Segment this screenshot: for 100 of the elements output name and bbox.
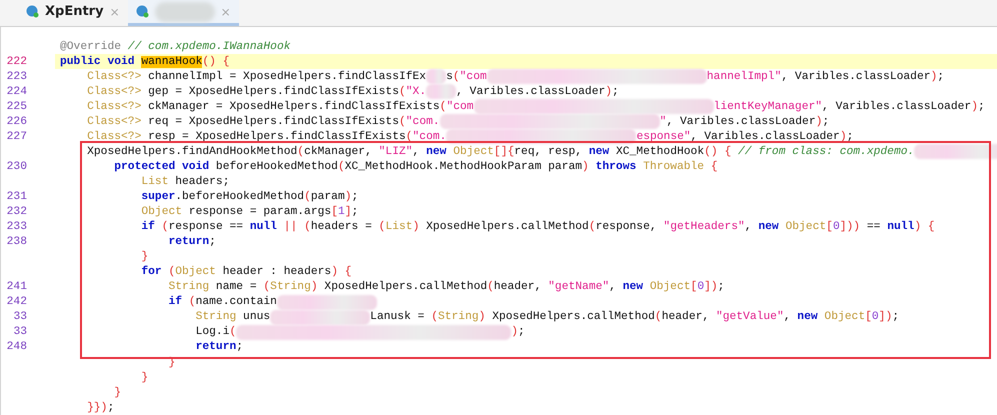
keyword: if — [167, 296, 184, 308]
annotation: @Override — [60, 40, 122, 53]
bracket: ( — [398, 86, 406, 98]
keyword: throws — [596, 160, 638, 173]
bracket: } — [140, 251, 148, 264]
line-number: 33 — [12, 326, 27, 338]
bracket: ( — [188, 296, 196, 308]
keyword: for — [140, 266, 163, 278]
code-text: , Varibles.classLoader — [690, 130, 840, 143]
bracket: ( — [263, 281, 270, 294]
bracket: ( — [487, 281, 494, 294]
close-icon[interactable]: × — [220, 4, 231, 18]
string-literal: lientKeyManager" — [714, 100, 822, 113]
bracket: ) — [412, 221, 420, 234]
bracket: ]) — [704, 281, 718, 294]
bracket: [ — [865, 311, 872, 324]
keyword: new — [797, 311, 819, 324]
type-name: Object — [824, 311, 866, 324]
type-name: String — [438, 311, 479, 324]
code-text: ; — [978, 100, 985, 113]
code-text: ; — [352, 190, 358, 203]
line-number: 227 — [6, 130, 27, 143]
line-number: 248 — [6, 341, 27, 354]
line-number: 238 — [6, 236, 27, 248]
keyword: null — [250, 221, 278, 234]
bracket: { — [222, 56, 230, 68]
bracket: ( — [440, 100, 446, 113]
code-text: , — [412, 146, 420, 158]
line-number: 231 — [6, 190, 27, 203]
code-text: header, — [662, 311, 710, 324]
keyword: void — [182, 160, 210, 173]
code-text: response, — [596, 221, 658, 234]
keyword: if — [140, 221, 156, 234]
line-number: 225 — [6, 100, 27, 113]
line-number: 224 — [6, 86, 27, 98]
code-text: ; — [892, 311, 900, 324]
bracket: ) — [344, 190, 352, 203]
code-text: .beforeHookedMethod — [175, 190, 304, 203]
bracket: { — [710, 160, 718, 173]
editor-tab[interactable]: XpEntry × — [18, 0, 128, 26]
bracket: }}) — [86, 402, 108, 414]
code-text: Log.i — [194, 326, 230, 338]
code-text: , Varibles.classLoader — [456, 86, 606, 98]
type-name: Class<?> — [86, 86, 142, 98]
bracket: () — [202, 56, 217, 68]
code-text: param — [310, 190, 345, 203]
bracket: ) — [478, 311, 486, 324]
class-file-icon — [26, 5, 39, 18]
bracket: ( — [452, 70, 460, 83]
bracket: ) { — [914, 221, 935, 234]
bracket: ) — [310, 281, 318, 294]
code-text: ; — [107, 402, 114, 414]
code-text: , Varibles.classLoader — [781, 70, 931, 83]
code-text: ; — [846, 130, 854, 143]
close-icon[interactable]: × — [110, 4, 120, 18]
type-name: Class<?> — [86, 100, 142, 113]
string-literal: "getHeaders" — [663, 221, 745, 234]
bracket: ( — [398, 116, 406, 128]
bracket: ( — [406, 130, 413, 143]
code-text: XposedHelpers.callMethod — [491, 311, 655, 324]
type-name: Class<?> — [86, 70, 142, 83]
type-name: String — [270, 281, 311, 294]
type-name: Object — [650, 281, 691, 294]
code-text: ckManager = XposedHelpers.findClassIfExists — [147, 100, 440, 113]
keyword: protected — [113, 160, 176, 173]
code-text: XC_MethodHook.MethodHookParam param — [344, 160, 582, 173]
code-text: name = — [214, 281, 258, 294]
keyword: new — [622, 281, 644, 294]
bracket: [ — [826, 221, 833, 234]
bracket: ) — [511, 326, 518, 338]
bracket: ) — [816, 116, 822, 128]
bracket: ( — [338, 160, 345, 173]
code-text: ; — [352, 206, 358, 218]
number-literal: 0 — [832, 221, 840, 234]
code-text: ; — [518, 326, 525, 338]
bracket: ) — [605, 86, 612, 98]
type-name: Object — [175, 266, 216, 278]
bracket: ) — [971, 100, 978, 113]
redaction-blur — [154, 2, 215, 22]
bracket: ( — [229, 326, 236, 338]
type-name: Class<?> — [86, 116, 142, 128]
bracket: ) { — [331, 266, 352, 278]
keyword: new — [758, 221, 780, 234]
code-comment: // from class: com.xpdemo. — [738, 146, 914, 158]
bracket: ) — [930, 70, 938, 83]
code-text: ; — [822, 116, 830, 128]
type-name: List — [140, 176, 168, 188]
code-text: resp = XposedHelpers.findClassIfExists — [147, 130, 406, 143]
bracket: ]) — [878, 311, 892, 324]
code-text: response == — [168, 221, 244, 234]
editor-tab[interactable]: × — [128, 0, 239, 26]
code-text: gep = XposedHelpers.findClassIfExists — [147, 86, 399, 98]
keyword: void — [107, 56, 136, 68]
code-text: , Varibles.classLoader — [666, 116, 816, 128]
code-text: headers = — [310, 221, 373, 234]
code-text: beforeHookedMethod — [214, 160, 338, 173]
string-literal: "getName" — [548, 281, 610, 294]
string-literal: "com. — [412, 130, 446, 143]
line-number: 33 — [12, 311, 27, 324]
bracket: ( — [654, 311, 662, 324]
